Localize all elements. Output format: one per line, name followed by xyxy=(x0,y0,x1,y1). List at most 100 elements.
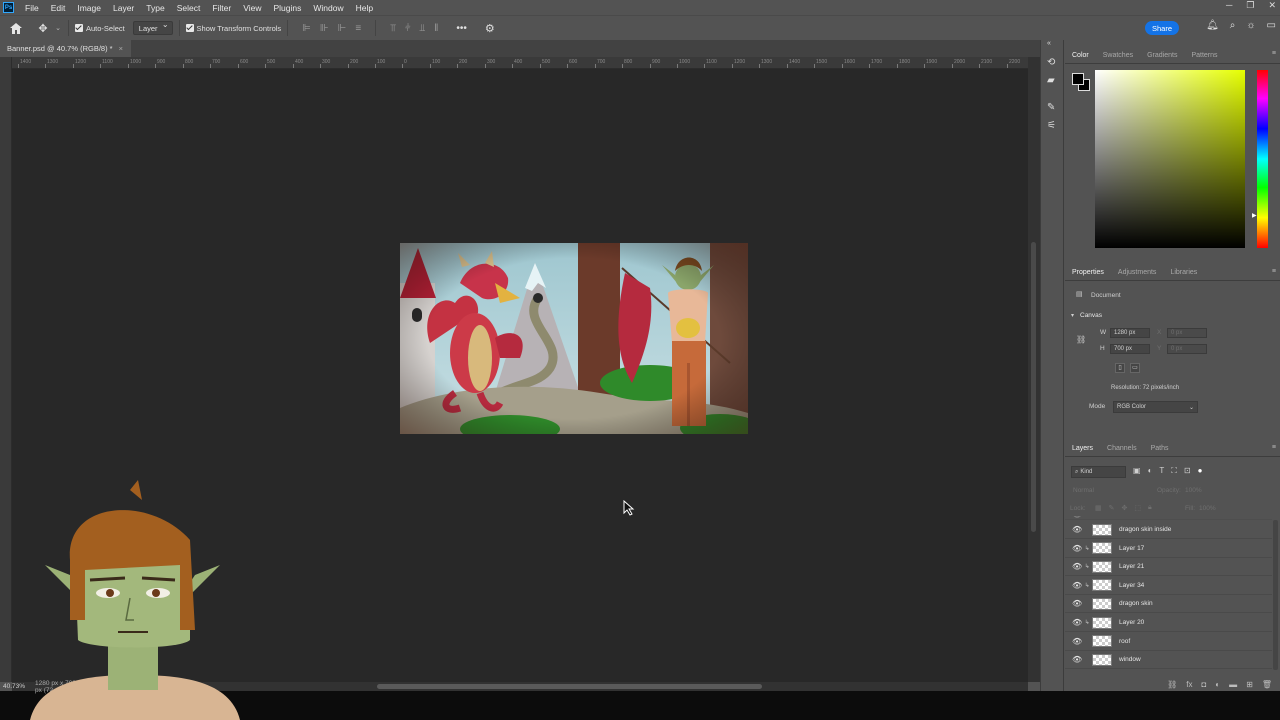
close-tab-icon[interactable]: × xyxy=(119,44,123,53)
layer-kind-filter[interactable]: ⌕ Kind xyxy=(1071,466,1126,478)
tab-gradients[interactable]: Gradients xyxy=(1140,47,1184,64)
new-layer-icon[interactable]: ⊞ xyxy=(1246,680,1253,689)
tool-preset-chevron-icon[interactable]: ⌄ xyxy=(54,24,62,32)
zoom-level[interactable]: 40.73% xyxy=(3,683,25,690)
visibility-eye-icon[interactable]: 👁︎ xyxy=(1072,655,1082,664)
new-group-icon[interactable]: ▬ xyxy=(1229,680,1237,689)
fill-value[interactable]: 100% xyxy=(1199,505,1216,512)
tab-properties[interactable]: Properties xyxy=(1065,264,1111,281)
menu-edit[interactable]: Edit xyxy=(45,3,72,13)
layer-row[interactable]: 👁︎ roof xyxy=(1065,633,1272,651)
vertical-scrollbar-thumb[interactable] xyxy=(1031,242,1036,532)
home-icon[interactable] xyxy=(0,22,32,34)
horizontal-scrollbar-thumb[interactable] xyxy=(377,684,762,689)
layers-scrollbar[interactable] xyxy=(1273,520,1278,670)
hue-slider[interactable] xyxy=(1257,70,1268,248)
layer-style-fx-icon[interactable]: fx xyxy=(1186,680,1192,689)
layer-name[interactable]: Layer 21 xyxy=(1119,563,1144,570)
minimize-icon[interactable]: ─ xyxy=(1226,0,1232,11)
layer-row[interactable]: 👁︎ dragon skin inside xyxy=(1065,521,1272,539)
menu-select[interactable]: Select xyxy=(171,3,207,13)
move-tool-icon[interactable]: ✥ xyxy=(32,22,54,35)
hue-slider-marker-icon[interactable]: ▶ xyxy=(1252,212,1257,219)
comments-icon[interactable]: ▰ xyxy=(1047,75,1055,86)
visibility-eye-icon[interactable]: 👁︎ xyxy=(1072,637,1082,646)
y-input[interactable]: 0 px xyxy=(1167,344,1207,354)
blend-mode-dropdown[interactable]: Normal xyxy=(1073,487,1094,494)
lock-artboard-icon[interactable]: ⬚ xyxy=(1134,504,1141,512)
align-top-icon[interactable]: ⫪ xyxy=(390,23,396,34)
menu-image[interactable]: Image xyxy=(71,3,107,13)
menu-layer[interactable]: Layer xyxy=(107,3,140,13)
photoshop-logo-icon[interactable]: Ps xyxy=(3,2,14,13)
menu-plugins[interactable]: Plugins xyxy=(267,3,307,13)
lock-position-icon[interactable]: ✥ xyxy=(1122,504,1128,512)
menu-type[interactable]: Type xyxy=(140,3,170,13)
more-options-button[interactable]: ••• xyxy=(456,23,467,34)
layer-name[interactable]: dragon skin inside xyxy=(1119,526,1171,533)
link-dimensions-icon[interactable]: ⛓ xyxy=(1076,335,1086,344)
tab-libraries[interactable]: Libraries xyxy=(1163,264,1204,281)
menu-help[interactable]: Help xyxy=(350,3,379,13)
chevron-down-icon[interactable]: ▾ xyxy=(1071,312,1074,319)
lock-image-icon[interactable]: ✎ xyxy=(1109,504,1115,512)
layer-name[interactable]: Layer 34 xyxy=(1119,582,1144,589)
lock-all-icon[interactable]: 🔒︎ xyxy=(1148,504,1152,512)
layer-name[interactable]: dragon skin xyxy=(1119,600,1153,607)
tab-color[interactable]: Color xyxy=(1065,47,1096,64)
height-input[interactable]: 700 px xyxy=(1110,344,1150,354)
tab-swatches[interactable]: Swatches xyxy=(1096,47,1140,64)
layer-name[interactable]: roof xyxy=(1119,638,1130,645)
search-icon[interactable]: ⌕ xyxy=(1230,20,1236,31)
layer-row[interactable]: 👁︎ ↳ Layer 34 xyxy=(1065,577,1272,595)
close-window-icon[interactable]: ✕ xyxy=(1268,0,1276,11)
panel-menu-icon[interactable]: ≡ xyxy=(1272,444,1276,451)
brush-settings-icon[interactable]: ✎ xyxy=(1047,102,1055,113)
restore-icon[interactable]: ❐ xyxy=(1246,0,1254,11)
layer-name[interactable]: Layer 17 xyxy=(1119,545,1144,552)
new-adjustment-layer-icon[interactable]: ◐ xyxy=(1215,680,1220,689)
horizontal-ruler[interactable]: 1400 1300 1200 1100 1000 900 800 700 600 500 400 30… xyxy=(12,57,1028,69)
visibility-eye-icon[interactable]: 👁︎ xyxy=(1072,562,1082,571)
align-vertical-center-icon[interactable]: ⫩ xyxy=(405,23,411,34)
layer-row[interactable]: 👁︎ ↳ Layer 20 xyxy=(1065,614,1272,632)
type-layer-filter-icon[interactable]: T xyxy=(1159,466,1164,476)
align-bottom-icon[interactable]: ⫫ xyxy=(420,23,426,34)
layer-name[interactable]: window xyxy=(1119,656,1141,663)
layer-row[interactable]: 👁︎ ↳ Layer 17 xyxy=(1065,540,1272,558)
auto-select-target-dropdown[interactable]: Layer xyxy=(132,20,173,35)
notifications-bell-icon[interactable]: 🔔︎ xyxy=(1206,20,1219,31)
x-input[interactable]: 0 px xyxy=(1167,328,1207,338)
color-mode-dropdown[interactable]: RGB Color ⌄ xyxy=(1113,401,1198,413)
portrait-orientation-icon[interactable]: ▯ xyxy=(1115,363,1125,373)
visibility-eye-icon[interactable]: 👁︎ xyxy=(1072,525,1082,534)
link-layers-icon[interactable]: ⛓ xyxy=(1167,680,1177,689)
panel-menu-icon[interactable]: ≡ xyxy=(1272,50,1276,57)
distribute-vertical-icon[interactable]: ≡ xyxy=(355,23,361,34)
tab-patterns[interactable]: Patterns xyxy=(1184,47,1224,64)
opacity-value[interactable]: 100% xyxy=(1185,487,1202,494)
visibility-eye-icon[interactable]: 👁︎ xyxy=(1072,544,1082,553)
workspace-layout-icon[interactable]: ▭ xyxy=(1267,20,1276,31)
align-horizontal-center-icon[interactable]: ⊪ xyxy=(320,23,329,34)
menu-filter[interactable]: Filter xyxy=(206,3,237,13)
tab-channels[interactable]: Channels xyxy=(1100,440,1144,457)
align-left-icon[interactable]: ⊫ xyxy=(302,23,311,34)
landscape-orientation-icon[interactable]: ▭ xyxy=(1130,363,1140,373)
smart-object-filter-icon[interactable]: ⊡ xyxy=(1184,466,1191,476)
distribute-horizontal-icon[interactable]: ‖ xyxy=(434,23,438,34)
width-input[interactable]: 1280 px xyxy=(1110,328,1150,338)
adjustment-layer-filter-icon[interactable]: ◐ xyxy=(1148,466,1153,476)
foreground-color-swatch[interactable] xyxy=(1072,73,1084,85)
visibility-eye-icon[interactable]: 👁︎ xyxy=(1072,516,1082,519)
visibility-eye-icon[interactable]: 👁︎ xyxy=(1072,581,1082,590)
add-mask-icon[interactable]: ◘ xyxy=(1201,680,1206,689)
lock-transparent-icon[interactable]: ▦ xyxy=(1095,504,1102,512)
history-icon[interactable]: ⟲ xyxy=(1047,57,1055,68)
pixel-layer-filter-icon[interactable]: ▣ xyxy=(1133,466,1141,476)
collapse-panels-icon[interactable]: « xyxy=(1047,40,1051,47)
layer-row[interactable]: 👁︎ ↳ Layer 21 xyxy=(1065,558,1272,577)
color-saturation-field[interactable] xyxy=(1095,70,1245,248)
layer-row[interactable]: 👁︎ dragon skin xyxy=(1065,595,1272,614)
show-transform-controls-checkbox[interactable]: Show Transform Controls xyxy=(185,24,281,33)
